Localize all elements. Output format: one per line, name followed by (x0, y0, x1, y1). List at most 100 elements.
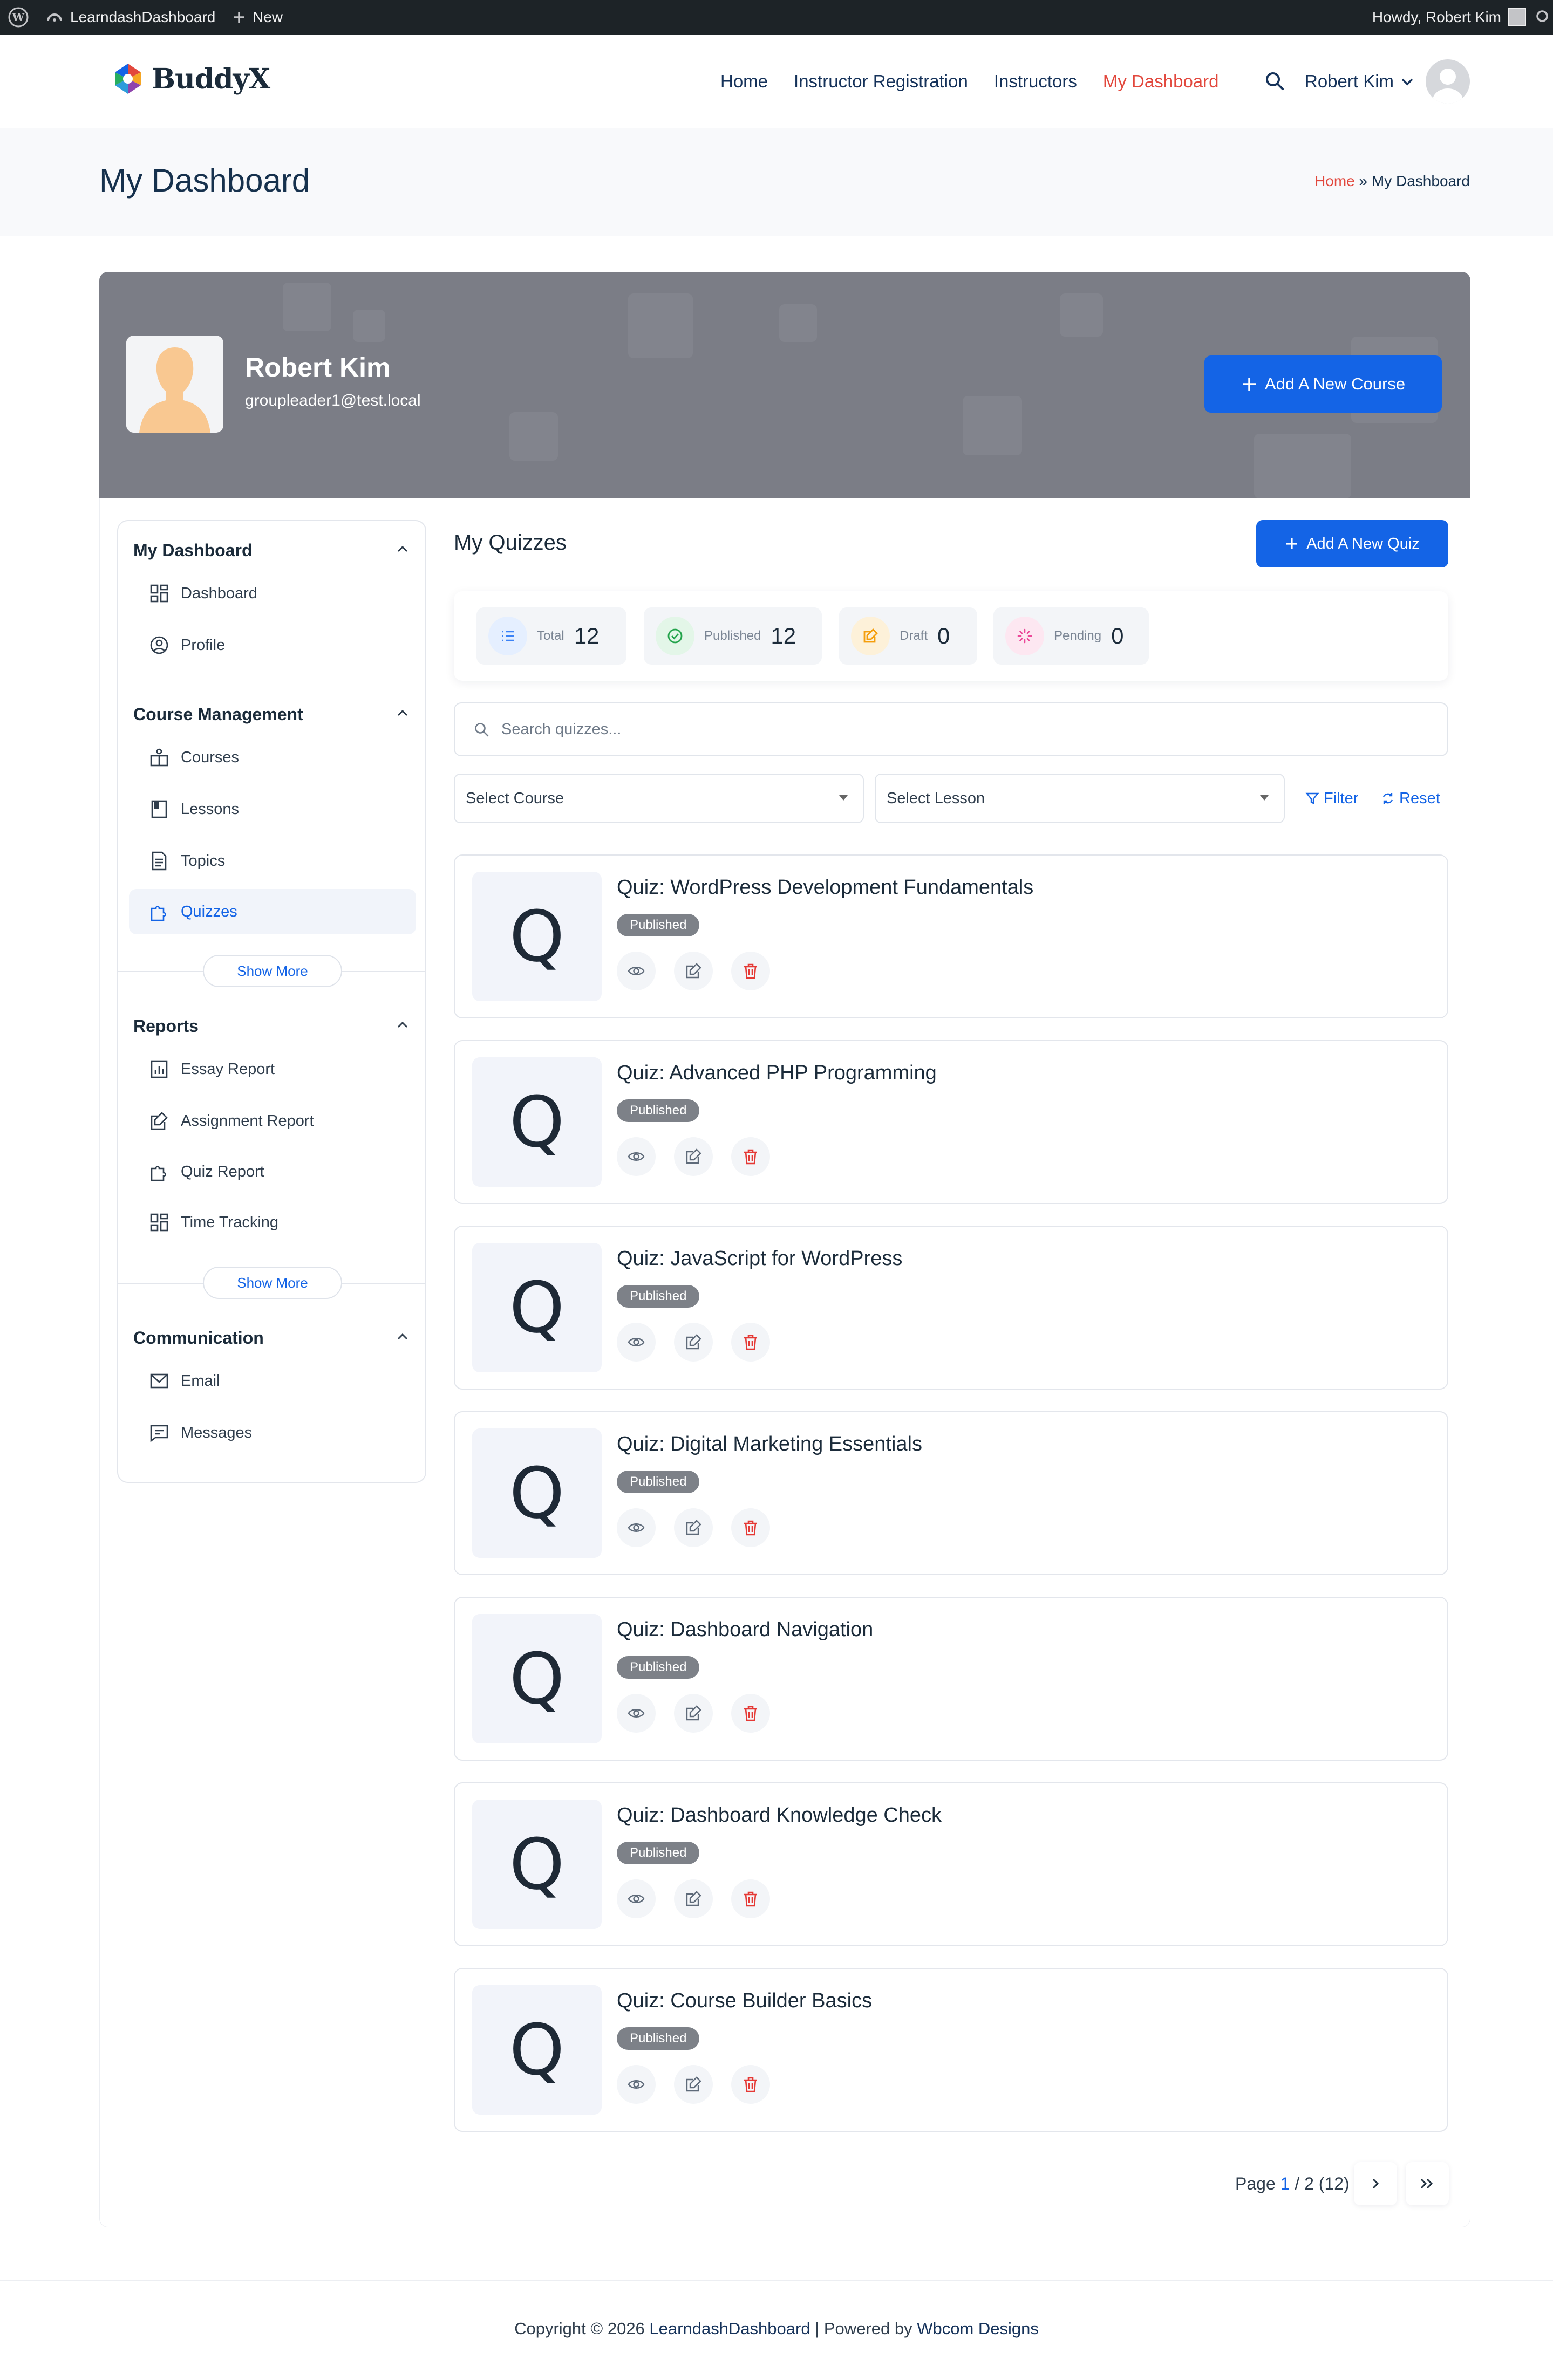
last-page-button[interactable] (1406, 2162, 1449, 2205)
add-new-course-button[interactable]: Add A New Course (1204, 355, 1442, 413)
quiz-thumbnail[interactable]: Q (472, 1985, 602, 2115)
stat-published: Published 12 (644, 607, 822, 665)
quiz-thumbnail[interactable]: Q (472, 1428, 602, 1558)
show-more-button[interactable]: Show More (203, 955, 342, 987)
quiz-title[interactable]: Quiz: Advanced PHP Programming (617, 1062, 937, 1085)
quiz-thumbnail[interactable]: Q (472, 1057, 602, 1187)
quiz-search[interactable] (454, 702, 1448, 756)
user-avatar[interactable] (1426, 59, 1470, 104)
show-more-button[interactable]: Show More (203, 1267, 342, 1299)
breadcrumb-home[interactable]: Home (1314, 173, 1355, 189)
sidebar-item-assignment-report[interactable]: Assignment Report (129, 1098, 416, 1144)
quiz-thumbnail[interactable]: Q (472, 1614, 602, 1743)
filter-button[interactable]: Filter (1305, 774, 1358, 823)
nav-instructor-registration[interactable]: Instructor Registration (794, 71, 968, 92)
view-quiz-button[interactable] (617, 2065, 656, 2104)
sidebar-section-communication[interactable]: Communication (133, 1328, 264, 1348)
sidebar-item-lessons[interactable]: Lessons (129, 787, 416, 832)
view-quiz-button[interactable] (617, 1137, 656, 1176)
sidebar-item-courses[interactable]: Courses (129, 735, 416, 780)
double-chevron-right-icon (1420, 2178, 1433, 2189)
view-quiz-button[interactable] (617, 1879, 656, 1918)
quiz-title[interactable]: Quiz: Dashboard Navigation (617, 1618, 873, 1642)
chevron-up-icon[interactable] (395, 706, 410, 721)
quiz-title[interactable]: Quiz: Digital Marketing Essentials (617, 1433, 922, 1456)
sidebar-item-email[interactable]: Email (129, 1358, 416, 1404)
edit-quiz-button[interactable] (674, 1694, 713, 1733)
nav-my-dashboard[interactable]: My Dashboard (1103, 71, 1219, 92)
admin-search-icon[interactable] (1532, 9, 1550, 26)
pagination-rest: / 2 (12) (1295, 2173, 1350, 2193)
quiz-title[interactable]: Quiz: WordPress Development Fundamentals (617, 876, 1033, 899)
sidebar-item-quiz-report[interactable]: Quiz Report (129, 1149, 416, 1194)
quiz-thumbnail[interactable]: Q (472, 1800, 602, 1929)
wordpress-icon[interactable]: W (8, 6, 29, 28)
site-footer: Copyright © 2026 LearndashDashboard | Po… (0, 2280, 1553, 2380)
delete-quiz-button[interactable] (731, 952, 770, 990)
select-lesson-dropdown[interactable]: Select Lesson (875, 774, 1285, 823)
banner-pattern (779, 304, 817, 342)
sidebar-item-label: Lessons (181, 800, 240, 818)
chevron-up-icon[interactable] (395, 1329, 410, 1344)
view-quiz-button[interactable] (617, 1508, 656, 1547)
add-new-quiz-button[interactable]: Add A New Quiz (1256, 520, 1448, 567)
edit-quiz-button[interactable] (674, 1137, 713, 1176)
search-input[interactable] (501, 720, 1365, 738)
user-menu[interactable]: Robert Kim (1305, 35, 1415, 128)
sidebar-section-my-dashboard[interactable]: My Dashboard (133, 541, 252, 560)
view-quiz-button[interactable] (617, 952, 656, 990)
select-course-dropdown[interactable]: Select Course (454, 774, 864, 823)
quiz-thumbnail[interactable]: Q (472, 872, 602, 1001)
next-page-button[interactable] (1354, 2162, 1397, 2205)
sidebar-item-essay-report[interactable]: Essay Report (129, 1047, 416, 1092)
edit-quiz-button[interactable] (674, 952, 713, 990)
delete-quiz-button[interactable] (731, 1879, 770, 1918)
edit-quiz-button[interactable] (674, 2065, 713, 2104)
trash-icon (744, 1335, 757, 1350)
sidebar-item-topics[interactable]: Topics (129, 838, 416, 884)
puzzle-icon (151, 1165, 167, 1181)
admin-new-link[interactable]: New (232, 0, 283, 35)
chevron-up-icon[interactable] (395, 1017, 410, 1032)
view-quiz-button[interactable] (617, 1694, 656, 1733)
footer-site-link[interactable]: LearndashDashboard (649, 2319, 810, 2338)
delete-quiz-button[interactable] (731, 1323, 770, 1362)
reset-button[interactable]: Reset (1381, 774, 1440, 823)
admin-site-link[interactable]: LearndashDashboard (46, 0, 215, 35)
delete-quiz-button[interactable] (731, 1508, 770, 1547)
site-logo[interactable]: BuddyX (111, 61, 270, 96)
edit-quiz-button[interactable] (674, 1879, 713, 1918)
quiz-title[interactable]: Quiz: JavaScript for WordPress (617, 1247, 902, 1270)
profile-avatar[interactable] (126, 336, 223, 433)
quiz-title[interactable]: Quiz: Course Builder Basics (617, 1989, 872, 2013)
chevron-up-icon[interactable] (395, 542, 410, 557)
check-circle-icon (656, 617, 694, 655)
search-icon[interactable] (1264, 70, 1285, 92)
sidebar-item-dashboard[interactable]: Dashboard (129, 571, 416, 616)
status-badge: Published (617, 1285, 700, 1308)
nav-instructors[interactable]: Instructors (994, 71, 1077, 92)
footer-company-link[interactable]: Wbcom Designs (917, 2319, 1039, 2338)
delete-quiz-button[interactable] (731, 1694, 770, 1733)
sidebar-item-quizzes[interactable]: Quizzes (129, 889, 416, 934)
stat-label: Pending (1054, 628, 1102, 643)
nav-home[interactable]: Home (720, 71, 768, 92)
delete-quiz-button[interactable] (731, 1137, 770, 1176)
sidebar-item-messages[interactable]: Messages (129, 1410, 416, 1455)
quiz-title[interactable]: Quiz: Dashboard Knowledge Check (617, 1804, 942, 1827)
logo-text: BuddyX (152, 62, 270, 95)
view-quiz-button[interactable] (617, 1323, 656, 1362)
quiz-thumbnail[interactable]: Q (472, 1243, 602, 1372)
sidebar-item-label: Quiz Report (181, 1162, 264, 1180)
quiz-stats: Total 12 Published 12 Draft 0 Pending 0 (454, 591, 1448, 681)
courses-icon (150, 748, 168, 767)
edit-quiz-button[interactable] (674, 1508, 713, 1547)
sidebar-item-time-tracking[interactable]: Time Tracking (129, 1200, 416, 1245)
edit-quiz-button[interactable] (674, 1323, 713, 1362)
delete-quiz-button[interactable] (731, 2065, 770, 2104)
person-silhouette-icon (126, 336, 223, 433)
sidebar-section-reports[interactable]: Reports (133, 1016, 199, 1036)
sidebar-section-course-management[interactable]: Course Management (133, 705, 303, 724)
admin-account-link[interactable]: Howdy, Robert Kim (1372, 0, 1526, 35)
sidebar-item-profile[interactable]: Profile (129, 623, 416, 668)
